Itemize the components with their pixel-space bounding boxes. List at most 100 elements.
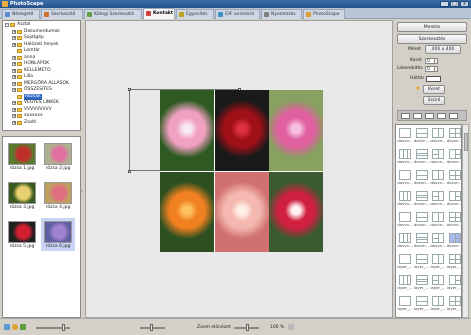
template-preview-icon[interactable] (399, 149, 411, 159)
template-preview-icon[interactable] (448, 170, 461, 180)
template-preview-icon[interactable] (448, 212, 461, 222)
template-preview-icon[interactable] (399, 170, 411, 180)
template-item[interactable]: layer_... (397, 253, 413, 271)
collage-photo-rose-pink-white[interactable] (160, 90, 214, 171)
template-item[interactable]: dovvn... (414, 127, 430, 145)
template-item[interactable]: dovvn... (397, 232, 413, 250)
tab-batch-editor[interactable]: Kötegi Szerkesztő (84, 9, 142, 19)
collapse-icon[interactable]: - (5, 23, 9, 27)
template-preview-icon[interactable] (448, 275, 461, 285)
template-preview-icon[interactable] (415, 233, 428, 243)
template-item[interactable]: dovvn... (414, 148, 430, 166)
tab-combine[interactable]: Egyesítés (176, 9, 214, 19)
template-item[interactable]: dovvn... (447, 190, 461, 208)
template-item[interactable]: dovvn... (447, 169, 461, 187)
expand-icon[interactable]: + (12, 55, 16, 60)
layout-quad-icon[interactable] (425, 113, 434, 119)
template-item[interactable]: dovvn... (430, 211, 446, 229)
thumbnail[interactable]: rózsa 1.jpg (5, 140, 39, 173)
template-item[interactable]: dovvn... (414, 190, 430, 208)
template-list[interactable]: dovvn... dovvn... dovvn... dovvn... dovvn...… (395, 124, 462, 318)
save-button[interactable]: Mentés (397, 22, 467, 32)
template-item[interactable]: dovvn... (397, 169, 413, 187)
template-item[interactable]: dovvn... (430, 148, 446, 166)
template-item[interactable]: dovvn... (397, 127, 413, 145)
template-item[interactable]: layer_... (414, 274, 430, 292)
edit-button[interactable]: Szerkesztés (397, 34, 467, 44)
collage-photo-rose-peach[interactable] (214, 171, 269, 252)
template-item[interactable]: layer_... (430, 295, 446, 313)
template-item[interactable]: dovvn... (397, 190, 413, 208)
thumbnail-size-slider[interactable] (36, 324, 70, 331)
rotate-icon[interactable] (4, 324, 10, 330)
template-preview-icon[interactable] (399, 233, 411, 243)
template-item[interactable]: dovvn... (447, 148, 461, 166)
template-item[interactable]: layer_... (430, 274, 446, 292)
template-preview-icon[interactable] (415, 254, 428, 264)
expand-icon[interactable]: + (12, 88, 16, 92)
resize-handle[interactable] (128, 170, 131, 173)
expand-icon[interactable]: + (12, 68, 16, 73)
rounded-stepper[interactable]: 0 (425, 66, 438, 72)
expand-icon[interactable]: + (12, 114, 16, 118)
thumbnail-image[interactable] (8, 182, 36, 204)
thumbnail-image[interactable] (8, 221, 36, 243)
size-dropdown[interactable]: 400 x 400 (425, 45, 461, 54)
expand-icon[interactable]: + (12, 62, 16, 66)
template-item[interactable]: dovvn... (414, 211, 430, 229)
template-item[interactable]: dovvn... (430, 232, 446, 250)
template-preview-icon[interactable] (399, 212, 411, 222)
layout-grid-icon[interactable] (437, 113, 446, 119)
maximize-button[interactable]: □ (450, 1, 459, 7)
thumbnail-panel[interactable]: rózsa 1.jpg rózsa 2.jpg rózsa 3.jpg rózsa 4… (2, 136, 81, 318)
template-preview-icon[interactable] (448, 254, 461, 264)
template-preview-icon[interactable] (399, 296, 411, 306)
frame-width-stepper[interactable]: 0 (425, 58, 438, 64)
expand-icon[interactable]: + (12, 75, 16, 79)
template-item[interactable]: layer_... (447, 253, 461, 271)
close-button[interactable]: x (460, 1, 469, 7)
zoom-slider[interactable] (234, 324, 259, 331)
template-item[interactable]: layer_... (414, 295, 430, 313)
template-preview-icon[interactable] (448, 128, 461, 138)
fit-icon[interactable] (288, 324, 294, 330)
border-button[interactable]: Keret (423, 85, 445, 94)
template-preview-icon[interactable] (432, 233, 444, 243)
canvas-area[interactable] (85, 20, 393, 318)
thumbnail-image[interactable] (8, 143, 36, 165)
template-preview-icon[interactable] (399, 254, 411, 264)
template-item[interactable]: layer_... (397, 274, 413, 292)
thumbnail[interactable]: rózsa 6.jpg (41, 218, 75, 251)
thumbnail-image[interactable] (44, 182, 72, 204)
template-item[interactable]: dovvn... (447, 232, 461, 250)
template-preview-icon[interactable] (415, 128, 428, 138)
collage-photo-rose-orange[interactable] (160, 171, 214, 252)
template-item[interactable]: layer_... (447, 295, 461, 313)
refresh-icon[interactable] (12, 324, 18, 330)
template-preview-icon[interactable] (432, 191, 444, 201)
template-preview-icon[interactable] (432, 212, 444, 222)
resize-handle[interactable] (128, 88, 131, 91)
canvas-slider[interactable] (140, 324, 165, 331)
template-preview-icon[interactable] (415, 191, 428, 201)
tab-gif[interactable]: GIF animáció (215, 9, 260, 19)
expand-icon[interactable]: + (12, 101, 16, 105)
expand-icon[interactable]: + (12, 81, 16, 86)
template-item[interactable]: dovvn... (447, 127, 461, 145)
template-preview-icon[interactable] (432, 275, 444, 285)
collage-photo-rose-red[interactable] (214, 90, 269, 171)
template-preview-icon[interactable] (448, 191, 461, 201)
template-preview-icon[interactable] (399, 191, 411, 201)
template-scrollbar[interactable] (462, 124, 469, 318)
template-item[interactable]: dovvn... (430, 169, 446, 187)
thumbnail[interactable]: rózsa 3.jpg (5, 179, 39, 212)
template-preview-icon[interactable] (448, 233, 461, 243)
background-color-picker[interactable] (426, 76, 441, 82)
thumbnail-image[interactable] (44, 221, 72, 243)
thumbnail-image[interactable] (44, 143, 72, 165)
layout-wide-icon[interactable] (449, 113, 458, 119)
tab-photoscape[interactable]: PhotoScape (303, 9, 345, 19)
template-preview-icon[interactable] (415, 275, 428, 285)
template-item[interactable]: layer_... (414, 253, 430, 271)
template-item[interactable]: dovvn... (447, 211, 461, 229)
